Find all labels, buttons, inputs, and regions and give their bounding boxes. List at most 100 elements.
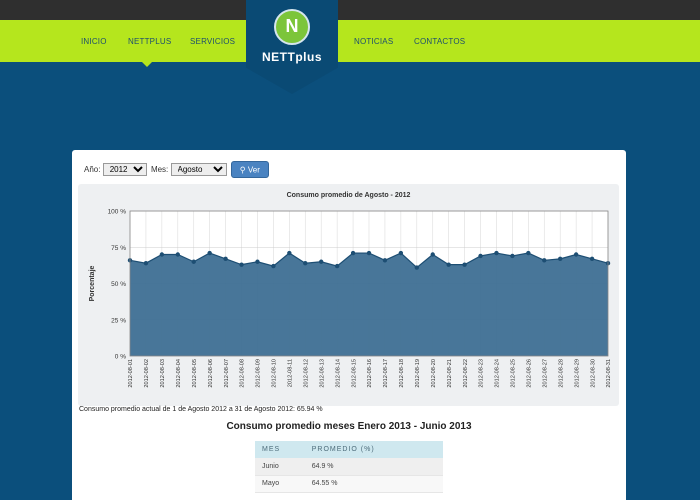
cell-average: 64.55 % xyxy=(304,475,443,493)
table-header-row: MES PROMEDIO (%) xyxy=(255,441,443,458)
logo[interactable]: N NETTplus xyxy=(246,0,338,94)
x-tick-label: 2012-08-04 xyxy=(176,359,182,388)
cell-month: Junio xyxy=(255,458,305,476)
data-point xyxy=(239,262,244,267)
data-point xyxy=(414,265,419,270)
data-point xyxy=(223,256,228,262)
data-point xyxy=(334,263,340,269)
x-tick-label: 2012-08-19 xyxy=(415,359,421,388)
y-axis-label: Porcentaje xyxy=(89,265,96,301)
data-point xyxy=(510,253,515,259)
y-tick-label: 0 % xyxy=(115,354,126,361)
current-average-text: Consumo promedio actual de 1 de Agosto 2… xyxy=(79,406,323,413)
month-select[interactable]: Agosto xyxy=(170,163,227,176)
x-tick-label: 2012-08-05 xyxy=(192,359,198,388)
data-point xyxy=(398,250,404,256)
filter-bar: Año: 2012 Mes: Agosto ⚲ Ver xyxy=(84,161,269,178)
x-tick-label: 2012-08-16 xyxy=(367,359,373,388)
data-point xyxy=(526,250,531,256)
y-tick-label: 50 % xyxy=(111,281,126,288)
x-tick-label: 2012-08-13 xyxy=(319,359,325,388)
ver-button-label: Ver xyxy=(247,165,260,175)
data-point xyxy=(382,258,388,263)
ver-button[interactable]: ⚲ Ver xyxy=(230,161,269,178)
x-tick-label: 2012-08-26 xyxy=(527,359,533,388)
x-tick-label: 2012-08-22 xyxy=(463,359,469,388)
x-tick-label: 2012-08-10 xyxy=(272,359,278,388)
data-point xyxy=(494,250,499,256)
x-tick-label: 2012-08-23 xyxy=(479,359,485,388)
col-header-mes: MES xyxy=(255,441,305,458)
main-navigation: INICIO NETTPLUS SERVICIOS NOTICIAS CONTA… xyxy=(0,20,700,62)
y-tick-label: 100 % xyxy=(108,209,127,216)
data-point xyxy=(558,256,563,262)
data-point xyxy=(303,261,308,266)
area-chart: 0 % 25 % 50 % 75 % 100 % 2012-08-01 2012-08-02… xyxy=(89,209,612,388)
data-point xyxy=(350,250,356,256)
data-point xyxy=(143,261,149,266)
data-point xyxy=(573,252,579,257)
x-tick-label: 2012-08-20 xyxy=(431,359,437,388)
logo-mark: N xyxy=(274,9,310,45)
data-point xyxy=(478,253,483,259)
data-point xyxy=(542,258,547,263)
x-tick-label: 2012-08-07 xyxy=(224,359,230,388)
month-label: Mes: xyxy=(150,165,169,174)
y-tick-label: 75 % xyxy=(111,245,126,252)
x-tick-label: 2012-08-24 xyxy=(495,359,501,388)
x-tick-label: 2012-08-12 xyxy=(303,359,309,388)
x-tick-label: 2012-08-06 xyxy=(208,359,214,388)
chart-container: Consumo promedio de Agosto - 2012 0 % 25 … xyxy=(78,184,619,406)
x-tick-label: 2012-08-31 xyxy=(606,359,612,388)
x-tick-label: 2012-08-28 xyxy=(558,359,564,388)
nav-servicios[interactable]: SERVICIOS xyxy=(190,37,235,46)
x-tick-label: 2012-08-08 xyxy=(240,359,246,388)
data-point xyxy=(271,263,276,269)
cell-average: 64.9 % xyxy=(304,458,443,476)
x-tick-label: 2012-08-01 xyxy=(128,359,134,388)
data-point xyxy=(430,252,435,257)
monthly-average-table: MES PROMEDIO (%) Junio 64.9 % Mayo 64.55… xyxy=(255,441,443,493)
x-tick-label: 2012-08-03 xyxy=(160,359,166,388)
year-select[interactable]: 2012 xyxy=(102,163,147,176)
y-tick-label: 25 % xyxy=(111,317,126,324)
table-row: Junio 64.9 % xyxy=(255,458,443,476)
x-tick-label: 2012-08-21 xyxy=(447,359,453,388)
x-tick-label: 2012-08-29 xyxy=(574,359,580,388)
series-area xyxy=(130,253,608,356)
x-tick-label: 2012-08-25 xyxy=(511,359,517,388)
table-row: Mayo 64.55 % xyxy=(255,475,443,493)
data-point xyxy=(207,250,212,256)
data-point xyxy=(446,262,451,267)
x-tick-label: 2012-08-27 xyxy=(542,359,548,388)
active-nav-indicator xyxy=(142,62,152,67)
x-tick-label: 2012-08-30 xyxy=(590,359,596,388)
data-point xyxy=(366,250,372,256)
data-point xyxy=(191,259,196,264)
x-tick-label: 2012-08-09 xyxy=(256,359,262,388)
data-point xyxy=(175,252,180,257)
data-point xyxy=(319,259,324,264)
logo-text: NETTplus xyxy=(262,50,322,64)
data-point xyxy=(159,252,165,257)
data-point xyxy=(287,250,292,256)
nav-noticias[interactable]: NOTICIAS xyxy=(354,37,393,46)
x-tick-label: 2012-08-14 xyxy=(335,359,341,388)
data-point xyxy=(255,259,260,264)
x-tick-label: 2012-08-17 xyxy=(383,359,389,388)
x-tick-label: 2012-08-11 xyxy=(288,359,294,387)
x-tick-label: 2012-08-15 xyxy=(351,359,357,388)
x-tick-label: 2012-08-18 xyxy=(399,359,405,388)
year-label: Año: xyxy=(84,165,101,174)
nav-nettplus[interactable]: NETTPLUS xyxy=(128,37,171,46)
data-point xyxy=(589,256,595,262)
cell-month: Mayo xyxy=(255,475,305,493)
search-icon: ⚲ xyxy=(239,165,246,175)
monthly-table-title: Consumo promedio meses Enero 2013 - Juni… xyxy=(226,421,472,432)
content-panel: Año: 2012 Mes: Agosto ⚲ Ver Consumo prom… xyxy=(72,150,626,500)
nav-contactos[interactable]: CONTACTOS xyxy=(414,37,465,46)
data-point xyxy=(462,262,467,267)
nav-inicio[interactable]: INICIO xyxy=(81,37,107,46)
x-tick-label: 2012-08-02 xyxy=(144,359,150,388)
top-bar xyxy=(0,0,700,20)
